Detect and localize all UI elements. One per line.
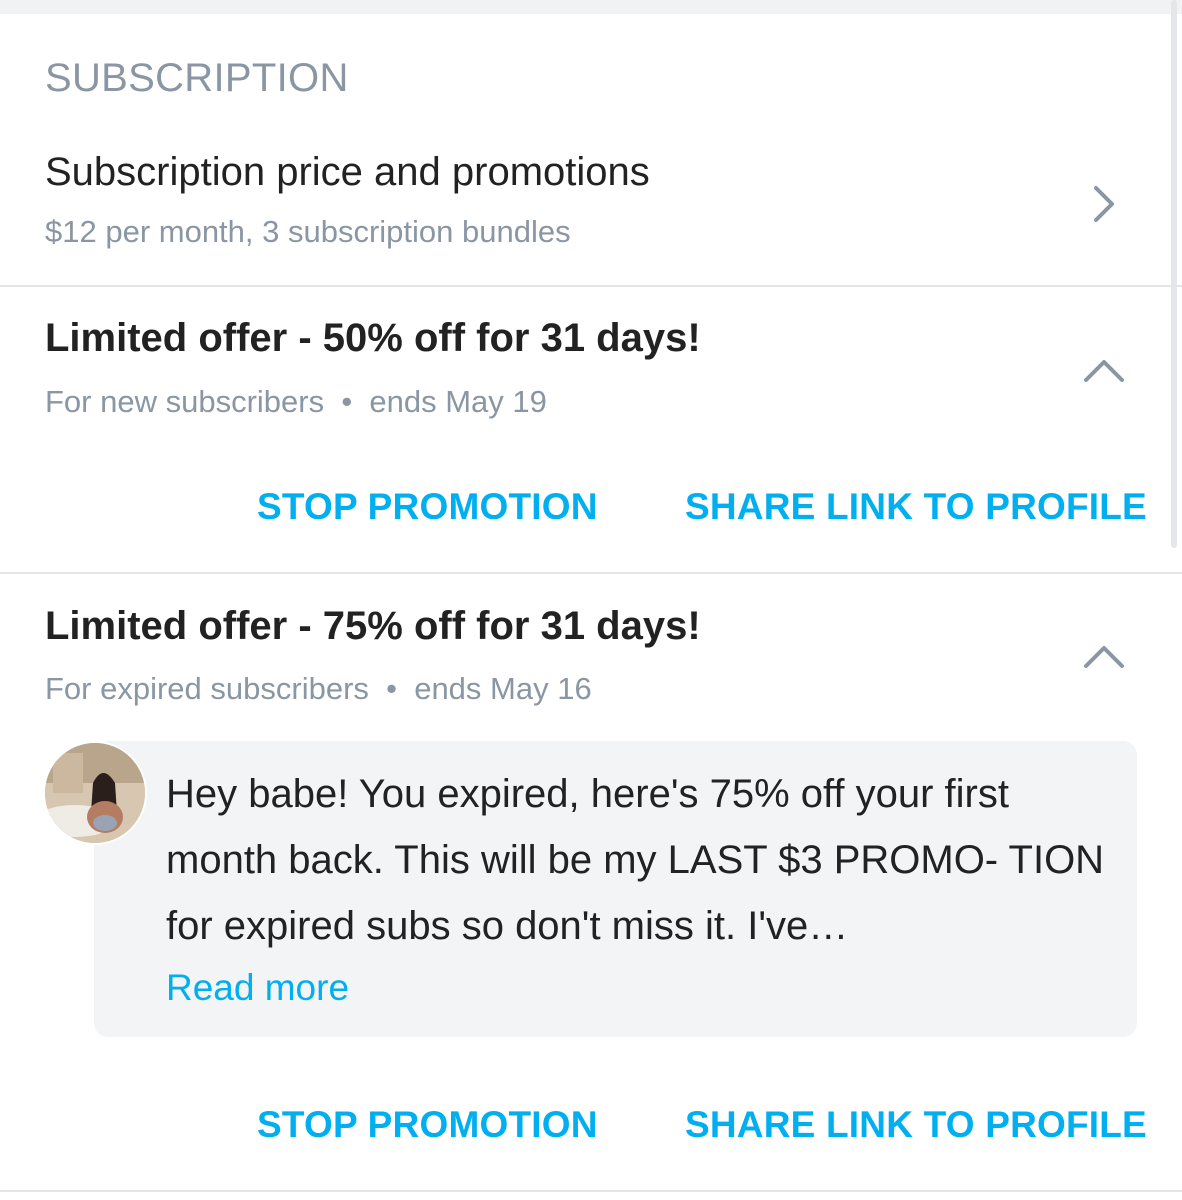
subscription-price-title: Subscription price and promotions [45, 150, 650, 194]
chevron-up-icon[interactable] [1082, 350, 1126, 394]
promotion-message-text: Hey babe! You expired, here's 75% off yo… [166, 772, 1105, 948]
divider [0, 285, 1182, 287]
section-header: SUBSCRIPTION [45, 56, 349, 100]
avatar [43, 741, 147, 845]
avatar-image [45, 743, 145, 843]
share-link-button[interactable]: SHARE LINK TO PROFILE [685, 486, 1147, 528]
scrollbar[interactable] [1171, 0, 1177, 548]
read-more-link[interactable]: Read more [166, 967, 349, 1009]
stop-promotion-button[interactable]: STOP PROMOTION [257, 1104, 598, 1146]
promotion-title: Limited offer - 75% off for 31 days! [45, 604, 701, 648]
divider [0, 1190, 1182, 1192]
promotion-title: Limited offer - 50% off for 31 days! [45, 316, 701, 360]
chevron-up-icon[interactable] [1082, 636, 1126, 680]
subscription-price-row[interactable]: Subscription price and promotions $12 pe… [0, 130, 1168, 286]
divider [0, 572, 1182, 574]
top-strip [0, 0, 1182, 14]
promotion-message: Hey babe! You expired, here's 75% off yo… [94, 741, 1137, 1037]
subscription-price-subtitle: $12 per month, 3 subscription bundles [45, 214, 571, 249]
chevron-right-icon [1094, 186, 1114, 222]
stop-promotion-button[interactable]: STOP PROMOTION [257, 486, 598, 528]
promotion-meta: For expired subscribers • ends May 16 [45, 671, 592, 706]
share-link-button[interactable]: SHARE LINK TO PROFILE [685, 1104, 1147, 1146]
promotion-meta: For new subscribers • ends May 19 [45, 384, 547, 419]
